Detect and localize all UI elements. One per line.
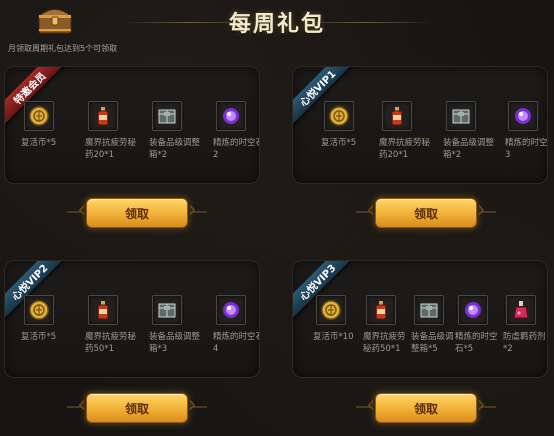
reward-item[interactable]: 装备品级调整箱*2 <box>443 101 499 161</box>
reward-slot[interactable] <box>152 101 182 131</box>
reward-label: 防虐羁药剂*2 <box>503 332 546 354</box>
reward-slot[interactable] <box>414 295 444 325</box>
equipment-box-icon <box>420 303 438 318</box>
reward-label: 复活币*10 <box>313 332 354 342</box>
reward-label: 装备品级调整箱*5 <box>411 332 454 354</box>
potion-bottle-icon <box>375 301 387 320</box>
reward-item[interactable]: 魔界抗疲劳秘药50*1 <box>85 295 141 355</box>
reward-label: 复活币*5 <box>21 138 57 148</box>
claim-button-group: 领取 <box>356 196 496 230</box>
reward-label: 装备品级调整箱*2 <box>149 138 201 160</box>
revive-coin-icon <box>321 300 341 320</box>
reward-label: 魔界抗疲劳秘药50*1 <box>85 332 137 354</box>
revive-coin-icon <box>29 300 49 320</box>
reward-label: 魔界抗疲劳秘药20*1 <box>85 138 137 160</box>
reward-slot[interactable] <box>88 295 118 325</box>
equipment-box-icon <box>158 109 176 124</box>
gift-panel-vip3: 心悦VIP3 复活币*10 魔界抗疲劳秘药50*1 装备品级调整箱*5 精炼的时… <box>292 260 548 378</box>
reward-item[interactable]: 复活币*5 <box>321 101 377 149</box>
reward-slot[interactable] <box>458 295 488 325</box>
reward-item[interactable]: 装备品级调整箱*2 <box>149 101 205 161</box>
reward-slot[interactable] <box>152 295 182 325</box>
potion-bottle-icon <box>97 301 109 320</box>
reward-item[interactable]: 复活币*5 <box>21 101 77 149</box>
reward-item[interactable]: 魔界抗疲劳秘药20*1 <box>379 101 435 161</box>
reward-label: 魔界抗疲劳秘药50*1 <box>363 332 406 354</box>
reward-slot[interactable] <box>24 295 54 325</box>
reward-item[interactable]: 复活币*5 <box>21 295 77 343</box>
reward-slot[interactable] <box>88 101 118 131</box>
claim-button[interactable]: 领取 <box>86 198 188 228</box>
reward-list: 复活币*10 魔界抗疲劳秘药50*1 装备品级调整箱*5 精炼的时空石*5 防虐… <box>293 295 547 375</box>
page-title: 每周礼包 <box>228 12 325 37</box>
gift-panel-vip2: 心悦VIP2 复活币*5 魔界抗疲劳秘药50*1 装备品级调整箱*3 精炼的时空… <box>4 260 260 378</box>
header: 月领取周期礼包达到5个可领取 每周礼包 <box>0 0 554 64</box>
reward-slot[interactable] <box>508 101 538 131</box>
header-note: 月领取周期礼包达到5个可领取 <box>8 44 118 53</box>
reward-item[interactable]: 防虐羁药剂*2 <box>503 295 547 355</box>
reward-item[interactable]: 魔界抗疲劳秘药20*1 <box>85 101 141 161</box>
reward-item[interactable]: 装备品级调整箱*5 <box>411 295 457 355</box>
reward-slot[interactable] <box>216 101 246 131</box>
purple-orb-icon <box>465 302 481 318</box>
reward-item[interactable]: 魔界抗疲劳秘药50*1 <box>363 295 409 355</box>
reward-label: 精炼的时空石*4 <box>213 332 259 354</box>
claim-button-group: 领取 <box>356 391 496 425</box>
reward-item[interactable]: 精炼的时空石*3 <box>505 101 548 161</box>
claim-button[interactable]: 领取 <box>375 198 477 228</box>
reward-label: 精炼的时空石*3 <box>505 138 548 160</box>
reward-label: 装备品级调整箱*2 <box>443 138 495 160</box>
reward-slot[interactable] <box>506 295 536 325</box>
gift-panel-special-member: 特邀会员 复活币*5 魔界抗疲劳秘药20*1 装备品级调整箱*2 精炼的时空石*… <box>4 66 260 184</box>
purple-orb-icon <box>223 108 239 124</box>
reward-slot[interactable] <box>366 295 396 325</box>
claim-button-group: 领取 <box>67 196 207 230</box>
potion-bottle-icon <box>97 107 109 126</box>
purple-orb-icon <box>515 108 531 124</box>
reward-item[interactable]: 复活币*10 <box>313 295 359 343</box>
reward-slot[interactable] <box>316 295 346 325</box>
reward-slot[interactable] <box>216 295 246 325</box>
reward-label: 精炼的时空石*5 <box>455 332 498 354</box>
reward-label: 精炼的时空石*2 <box>213 138 259 160</box>
red-flask-icon <box>513 301 529 319</box>
reward-slot[interactable] <box>324 101 354 131</box>
reward-item[interactable]: 精炼的时空石*5 <box>455 295 501 355</box>
claim-button[interactable]: 领取 <box>375 393 477 423</box>
reward-item[interactable]: 精炼的时空石*2 <box>213 101 259 161</box>
reward-label: 复活币*5 <box>21 332 57 342</box>
equipment-box-icon <box>158 303 176 318</box>
reward-item[interactable]: 装备品级调整箱*3 <box>149 295 205 355</box>
reward-label: 复活币*5 <box>321 138 357 148</box>
revive-coin-icon <box>329 106 349 126</box>
reward-list: 复活币*5 魔界抗疲劳秘药50*1 装备品级调整箱*3 精炼的时空石*4 <box>5 295 259 375</box>
reward-slot[interactable] <box>24 101 54 131</box>
equipment-box-icon <box>452 109 470 124</box>
potion-bottle-icon <box>391 107 403 126</box>
revive-coin-icon <box>29 106 49 126</box>
claim-button[interactable]: 领取 <box>86 393 188 423</box>
reward-item[interactable]: 精炼的时空石*4 <box>213 295 259 355</box>
reward-list: 复活币*5 魔界抗疲劳秘药20*1 装备品级调整箱*2 精炼的时空石*3 <box>293 101 548 181</box>
reward-slot[interactable] <box>446 101 476 131</box>
reward-label: 装备品级调整箱*3 <box>149 332 201 354</box>
purple-orb-icon <box>223 302 239 318</box>
reward-list: 复活币*5 魔界抗疲劳秘药20*1 装备品级调整箱*2 精炼的时空石*2 <box>5 101 259 181</box>
claim-button-group: 领取 <box>67 391 207 425</box>
gift-panel-vip1: 心悦VIP1 复活币*5 魔界抗疲劳秘药20*1 装备品级调整箱*2 精炼的时空… <box>292 66 548 184</box>
reward-label: 魔界抗疲劳秘药20*1 <box>379 138 431 160</box>
reward-slot[interactable] <box>382 101 412 131</box>
